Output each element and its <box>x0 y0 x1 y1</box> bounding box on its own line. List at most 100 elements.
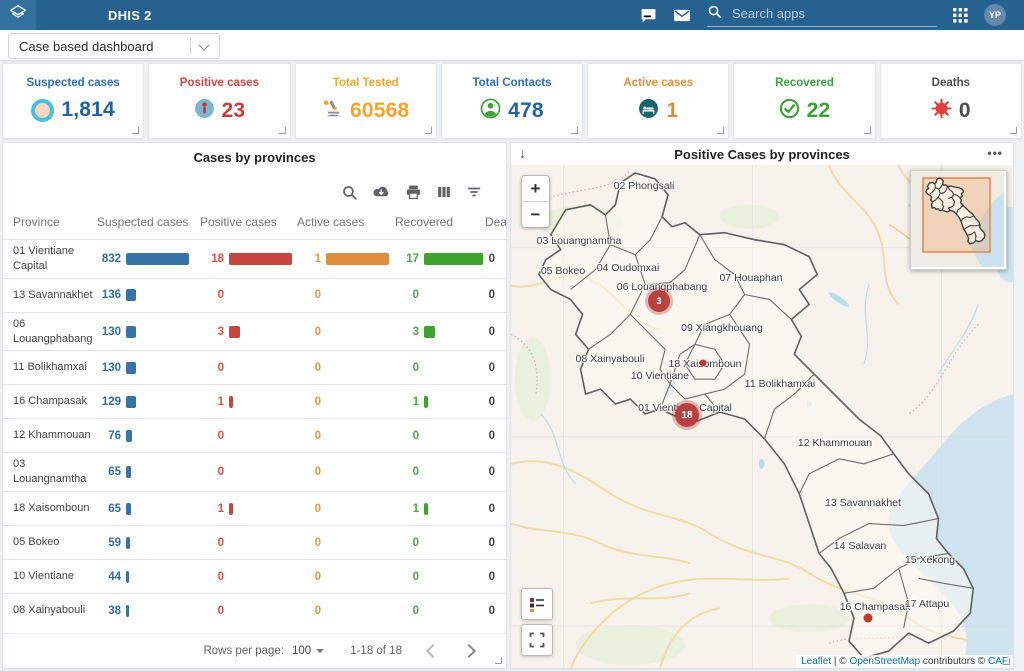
column-header-recovered[interactable]: Recovered <box>393 215 483 229</box>
print-icon[interactable] <box>405 184 422 201</box>
dashboard-selector[interactable]: Case based dashboard <box>8 33 220 59</box>
value: 0 <box>393 571 419 583</box>
card-value: 22 <box>807 99 831 123</box>
card-title: Active cases <box>588 77 728 89</box>
filter-list-icon[interactable] <box>466 184 482 200</box>
suspected-bar <box>126 289 136 301</box>
map-point-marker[interactable] <box>864 614 873 623</box>
deaths-cell: 0 <box>483 362 506 374</box>
table-row: 03 Louangnamtha650000 <box>3 452 506 491</box>
province-cell: 16 Champasak <box>3 390 95 413</box>
minimap[interactable] <box>910 170 1007 270</box>
positive-cases-map-panel: ↓ Positive Cases by provinces ••• <box>510 142 1014 669</box>
active-bar <box>326 253 389 265</box>
table-row: 10 Vientiane440000 <box>3 559 506 593</box>
table-row: 01 Vientiane Capital832181170 <box>3 239 506 278</box>
deaths-cell: 0 <box>483 605 506 617</box>
table-title: Cases by provinces <box>193 150 315 165</box>
column-header-deaths[interactable]: Deaths <box>483 215 506 229</box>
more-options-icon[interactable]: ••• <box>987 146 1003 160</box>
province-cell: 03 Louangnamtha <box>3 453 95 491</box>
resize-handle[interactable] <box>571 127 578 134</box>
value: 76 <box>95 430 121 442</box>
card-title: Total Contacts <box>442 77 582 89</box>
deaths-cell: 0 <box>483 289 506 301</box>
positive-cell: 3 <box>198 326 295 338</box>
previous-page-button[interactable] <box>426 644 440 658</box>
active-cell: 1 <box>295 253 393 265</box>
openstreetmap-link[interactable]: OpenStreetMap <box>849 656 920 667</box>
card-title: Suspected cases <box>3 77 143 89</box>
map-cluster-marker[interactable]: 3 <box>648 290 670 312</box>
resize-handle[interactable] <box>864 127 871 134</box>
zoom-in-button[interactable]: + <box>522 176 549 202</box>
column-header-province[interactable]: Province <box>3 215 95 229</box>
value: 0 <box>393 605 419 617</box>
resize-handle[interactable] <box>132 127 139 134</box>
value: 0 <box>198 430 224 442</box>
table-row: 11 Bolikhamxai1300000 <box>3 350 506 384</box>
deaths-cell: 0 <box>483 430 506 442</box>
leaflet-link[interactable]: Leaflet <box>801 656 831 667</box>
recovered-cell: 0 <box>393 571 483 583</box>
resize-handle[interactable] <box>425 127 432 134</box>
map-cluster-marker[interactable]: 18 <box>675 403 699 427</box>
column-header-suspected[interactable]: Suspected cases <box>95 215 198 229</box>
resize-handle[interactable] <box>1010 127 1017 134</box>
deaths-cell: 0 <box>483 571 506 583</box>
apps-grid-icon[interactable] <box>953 8 968 23</box>
resize-handle[interactable] <box>717 127 724 134</box>
legend-button[interactable] <box>521 588 553 620</box>
leaflet-map[interactable]: 02 Phongsali03 Louangnamtha05 Bokeo04 Ou… <box>511 165 1013 668</box>
active-cell: 0 <box>295 503 393 515</box>
value: 130 <box>95 362 121 374</box>
contact-person-icon <box>480 98 501 124</box>
cloud-download-icon[interactable] <box>372 185 391 200</box>
card-title: Total Tested <box>296 77 436 89</box>
search-icon <box>707 4 722 24</box>
map-point-marker[interactable] <box>700 360 707 367</box>
suspected-cell: 130 <box>95 326 198 338</box>
map-province-label: 03 Louangnamtha <box>537 235 622 247</box>
card-active-cases: Active cases 1 <box>587 63 729 139</box>
province-cell: 11 Bolikhamxai <box>3 356 95 379</box>
resize-handle[interactable] <box>1003 658 1010 665</box>
province-cell: 13 Savannakhet <box>3 284 95 307</box>
active-cell: 0 <box>295 326 393 338</box>
province-cell: 12 Khammouan <box>3 424 95 447</box>
province-cell: 05 Bokeo <box>3 531 95 554</box>
rows-per-page-select[interactable]: 100 <box>292 645 324 657</box>
table-row: 18 Xaisomboun651010 <box>3 491 506 525</box>
view-columns-icon[interactable] <box>436 184 452 200</box>
card-value: 0 <box>959 99 971 123</box>
column-header-positive[interactable]: Positive cases <box>198 215 295 229</box>
zoom-out-button[interactable]: − <box>522 202 549 227</box>
card-total-contacts: Total Contacts 478 <box>441 63 583 139</box>
positive-cell: 0 <box>198 362 295 374</box>
recovered-cell: 17 <box>393 253 483 265</box>
active-cell: 0 <box>295 605 393 617</box>
positive-cell: 0 <box>198 430 295 442</box>
card-recovered: Recovered 22 <box>733 63 875 139</box>
next-page-button[interactable] <box>462 644 476 658</box>
value: 0 <box>295 326 321 338</box>
value: 0 <box>295 430 321 442</box>
resize-handle[interactable] <box>279 127 286 134</box>
mail-icon[interactable] <box>673 8 691 23</box>
top-bar: DHIS 2 YP <box>0 0 1024 30</box>
suspected-cell: 129 <box>95 396 198 408</box>
search-icon[interactable] <box>341 184 358 201</box>
fullscreen-button[interactable] <box>521 624 553 656</box>
recovered-cell: 0 <box>393 430 483 442</box>
messages-icon[interactable] <box>640 7 657 24</box>
positive-cell: 1 <box>198 503 295 515</box>
dhis2-logo[interactable] <box>0 0 36 30</box>
deaths-cell: 0 <box>483 253 506 265</box>
zoom-control: + − <box>521 175 550 228</box>
positive-cell: 1 <box>198 396 295 408</box>
column-header-active[interactable]: Active cases <box>295 215 393 229</box>
resize-handle[interactable] <box>495 657 502 664</box>
search-apps-input[interactable] <box>730 5 934 22</box>
user-avatar[interactable]: YP <box>984 4 1006 26</box>
stat-cards-row: Suspected cases 1,814 Positive cases 23 … <box>0 60 1024 142</box>
